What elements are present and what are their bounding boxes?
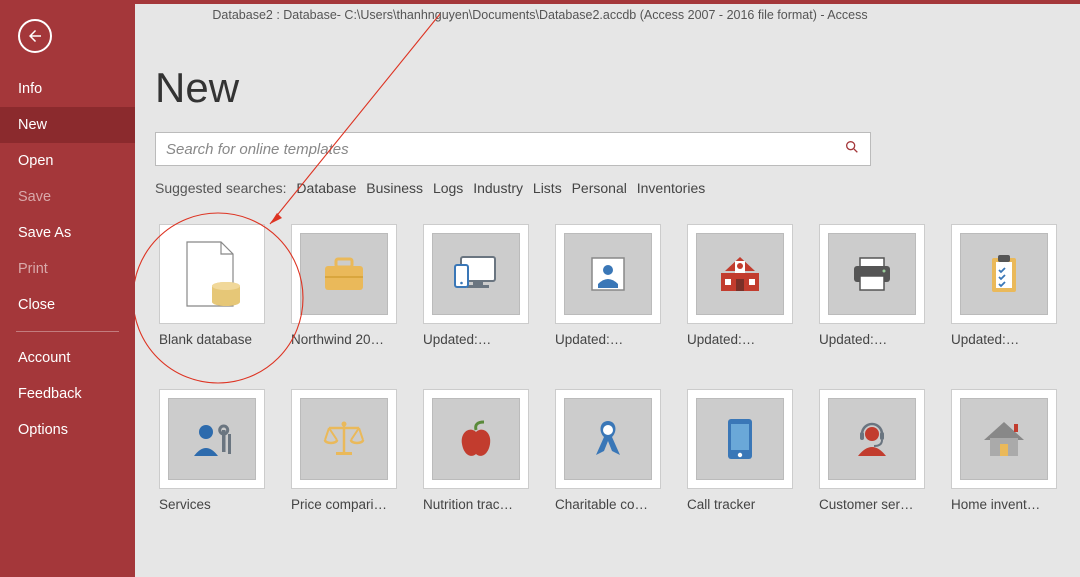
template-thumb — [423, 224, 529, 324]
contact-icon — [586, 254, 630, 294]
template-thumb — [423, 389, 529, 489]
template-label: Updated:… — [419, 332, 533, 347]
template-label: Services — [155, 497, 269, 512]
sidebar: Info New Open Save Save As Print Close A… — [0, 4, 135, 577]
template-clipboard[interactable]: Updated:… — [947, 224, 1061, 347]
user-wrench-icon — [188, 418, 236, 460]
template-label: Price compari… — [287, 497, 401, 512]
search-box[interactable] — [155, 132, 871, 166]
template-label: Updated:… — [947, 332, 1061, 347]
suggested-searches: Suggested searches: Database Business Lo… — [155, 180, 1060, 196]
template-label: Home invent… — [947, 497, 1061, 512]
template-label: Call tracker — [683, 497, 797, 512]
template-price-comparison[interactable]: Price compari… — [287, 389, 401, 512]
nav-print: Print — [0, 251, 135, 287]
apple-icon — [456, 418, 496, 460]
ribbon-icon — [590, 417, 626, 461]
printer-icon — [848, 254, 896, 294]
template-label: Charitable co… — [551, 497, 665, 512]
suggest-database[interactable]: Database — [296, 180, 356, 196]
suggest-business[interactable]: Business — [366, 180, 423, 196]
suggest-personal[interactable]: Personal — [572, 180, 627, 196]
back-arrow-icon — [26, 27, 44, 45]
template-grid: Blank database Northwind 20… — [155, 224, 1060, 512]
template-thumb — [951, 389, 1057, 489]
template-thumb — [159, 389, 265, 489]
template-thumb — [555, 389, 661, 489]
nav-new[interactable]: New — [0, 107, 135, 143]
template-devices[interactable]: Updated:… — [419, 224, 533, 347]
suggest-industry[interactable]: Industry — [473, 180, 523, 196]
template-thumb — [687, 389, 793, 489]
back-button[interactable] — [18, 19, 52, 53]
nav-list: Info New Open Save Save As Print Close — [0, 71, 135, 323]
template-thumb — [819, 389, 925, 489]
house-icon — [980, 418, 1028, 460]
template-thumb — [687, 224, 793, 324]
template-label: Updated:… — [815, 332, 929, 347]
template-label: Customer ser… — [815, 497, 929, 512]
main-panel: New Suggested searches: Database Busines… — [135, 4, 1080, 577]
nav-account[interactable]: Account — [0, 340, 135, 376]
nav-open[interactable]: Open — [0, 143, 135, 179]
template-label: Nutrition trac… — [419, 497, 533, 512]
template-thumb — [819, 224, 925, 324]
template-school[interactable]: Updated:… — [683, 224, 797, 347]
template-label: Blank database — [155, 332, 269, 347]
template-northwind[interactable]: Northwind 20… — [287, 224, 401, 347]
phone-icon — [723, 416, 757, 462]
nav-save-as[interactable]: Save As — [0, 215, 135, 251]
template-thumb — [291, 224, 397, 324]
template-thumb — [951, 224, 1057, 324]
school-icon — [715, 253, 765, 295]
suggest-label: Suggested searches: — [155, 180, 287, 196]
page-title: New — [155, 64, 1060, 112]
nav-options[interactable]: Options — [0, 412, 135, 448]
nav-list-2: Account Feedback Options — [0, 340, 135, 448]
template-thumb — [555, 224, 661, 324]
devices-icon — [451, 253, 501, 295]
search-icon[interactable] — [844, 139, 860, 160]
template-thumb — [159, 224, 265, 324]
nav-close[interactable]: Close — [0, 287, 135, 323]
template-customer-service[interactable]: Customer ser… — [815, 389, 929, 512]
template-call-tracker[interactable]: Call tracker — [683, 389, 797, 512]
template-home-inventory[interactable]: Home invent… — [947, 389, 1061, 512]
scales-icon — [319, 418, 369, 460]
template-contact[interactable]: Updated:… — [551, 224, 665, 347]
suggest-lists[interactable]: Lists — [533, 180, 562, 196]
suggest-logs[interactable]: Logs — [433, 180, 463, 196]
template-services[interactable]: Services — [155, 389, 269, 512]
template-blank-database[interactable]: Blank database — [155, 224, 269, 347]
search-input[interactable] — [166, 141, 844, 158]
nav-divider — [16, 331, 119, 332]
briefcase-icon — [321, 254, 367, 294]
headset-icon — [850, 418, 894, 460]
template-charitable[interactable]: Charitable co… — [551, 389, 665, 512]
template-label: Updated:… — [551, 332, 665, 347]
template-thumb — [291, 389, 397, 489]
nav-feedback[interactable]: Feedback — [0, 376, 135, 412]
template-label: Northwind 20… — [287, 332, 401, 347]
nav-info[interactable]: Info — [0, 71, 135, 107]
template-label: Updated:… — [683, 332, 797, 347]
template-nutrition[interactable]: Nutrition trac… — [419, 389, 533, 512]
template-printer[interactable]: Updated:… — [815, 224, 929, 347]
nav-save: Save — [0, 179, 135, 215]
clipboard-icon — [984, 252, 1024, 296]
blank-db-icon — [172, 234, 252, 314]
suggest-inventories[interactable]: Inventories — [637, 180, 705, 196]
